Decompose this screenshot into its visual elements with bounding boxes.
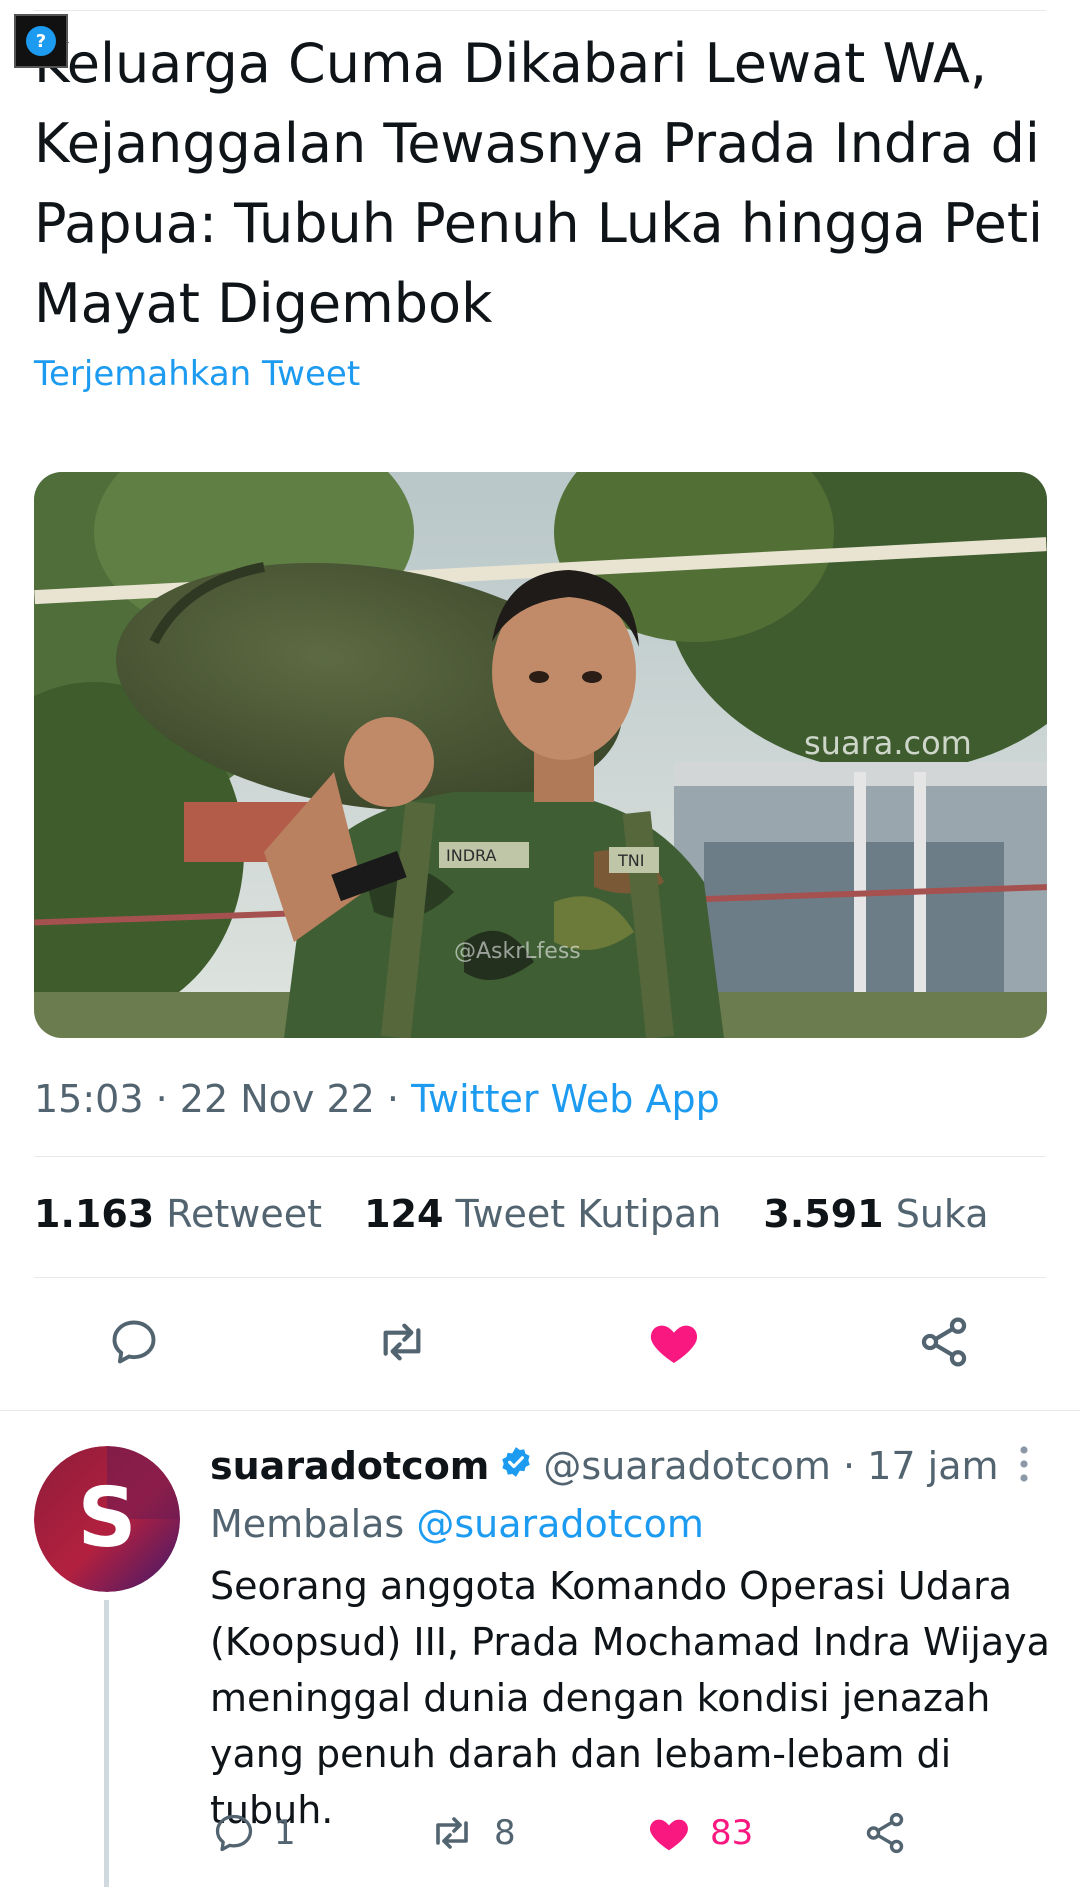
quote-stat[interactable]: 124 Tweet Kutipan — [364, 1192, 721, 1236]
retweet-icon — [383, 1323, 421, 1361]
like-button[interactable] — [642, 1310, 706, 1374]
question-glyph: ? — [26, 26, 56, 56]
reply-reply-count: 1 — [274, 1813, 296, 1853]
meta-separator: · — [386, 1077, 400, 1121]
tweet-date[interactable]: 22 Nov 22 — [180, 1077, 375, 1121]
quote-label: Tweet Kutipan — [455, 1192, 722, 1236]
retweet-label: Retweet — [166, 1192, 323, 1236]
reply-separator: · — [843, 1444, 856, 1488]
retweet-button[interactable] — [370, 1310, 434, 1374]
question-badge-icon[interactable]: ? — [14, 14, 68, 68]
reply-header: suaradotcom @suaradotcom · 17 jam — [210, 1444, 999, 1488]
tweet-headline: Keluarga Cuma Dikabari Lewat WA, Kejangg… — [34, 32, 1044, 335]
reply-retweet-count: 8 — [494, 1813, 516, 1853]
tweet-stats: 1.163 Retweet 124 Tweet Kutipan 3.591 Su… — [34, 1192, 1019, 1236]
unit-tag-text: TNI — [617, 851, 644, 870]
retweet-stat[interactable]: 1.163 Retweet — [34, 1192, 322, 1236]
share-icon — [921, 1317, 967, 1367]
divider — [34, 1156, 1046, 1157]
tweet-source-link[interactable]: Twitter Web App — [411, 1077, 720, 1121]
retweet-icon — [436, 1817, 468, 1849]
reply-text: Seorang anggota Komando Operasi Udara (K… — [210, 1564, 1050, 1832]
retweet-count: 1.163 — [34, 1192, 155, 1236]
like-stat[interactable]: 3.591 Suka — [763, 1192, 988, 1236]
tweet-meta: 15:03 · 22 Nov 22 · Twitter Web App — [34, 1077, 720, 1121]
tweet-time: 15:03 — [34, 1077, 144, 1121]
avatar[interactable]: S — [34, 1446, 180, 1592]
divider — [34, 1277, 1046, 1278]
like-count: 3.591 — [763, 1192, 884, 1236]
replying-label: Membalas — [210, 1502, 405, 1546]
reply-like-count: 83 — [710, 1813, 754, 1853]
watermark-account: @AskrLfess — [454, 939, 581, 964]
verified-badge-icon — [499, 1444, 533, 1488]
watermark-site: suara.com — [804, 724, 972, 762]
reply-reply-button[interactable]: 1 — [212, 1808, 296, 1858]
top-divider — [34, 10, 1046, 11]
name-tag-text: INDRA — [446, 846, 496, 865]
reply-icon — [215, 1814, 253, 1852]
heart-icon — [650, 1325, 698, 1363]
replying-to: Membalas @suaradotcom — [210, 1502, 704, 1546]
translate-tweet-link[interactable]: Terjemahkan Tweet — [34, 354, 360, 394]
tweet-action-bar — [0, 1310, 1080, 1380]
soldier-photo: suara.com @AskrLfess INDRA TNI — [34, 472, 1047, 1038]
more-vertical-icon — [1020, 1446, 1028, 1482]
reply-action-bar: 1 8 83 — [0, 1808, 1080, 1858]
reply-retweet-button[interactable]: 8 — [428, 1808, 516, 1858]
tweet-media-photo[interactable]: suara.com @AskrLfess INDRA TNI — [34, 472, 1047, 1038]
more-options-button[interactable] — [1014, 1444, 1034, 1484]
reply-like-button[interactable]: 83 — [646, 1808, 753, 1858]
reply-author-handle[interactable]: @suaradotcom — [543, 1444, 831, 1488]
reply-time[interactable]: 17 jam — [867, 1444, 998, 1488]
reply-button[interactable] — [102, 1310, 166, 1374]
share-icon — [866, 1812, 904, 1854]
like-label: Suka — [895, 1192, 989, 1236]
replying-mention-link[interactable]: @suaradotcom — [416, 1502, 704, 1546]
reply-author-name[interactable]: suaradotcom — [210, 1444, 489, 1488]
reply-share-button[interactable] — [862, 1808, 908, 1858]
avatar-letter: S — [77, 1471, 136, 1566]
suaradotcom-logo: S — [34, 1446, 180, 1592]
meta-separator: · — [155, 1077, 168, 1121]
reply-icon — [112, 1320, 156, 1364]
divider — [0, 1410, 1080, 1411]
heart-icon — [650, 1819, 688, 1851]
share-button[interactable] — [912, 1310, 976, 1374]
quote-count: 124 — [364, 1192, 444, 1236]
